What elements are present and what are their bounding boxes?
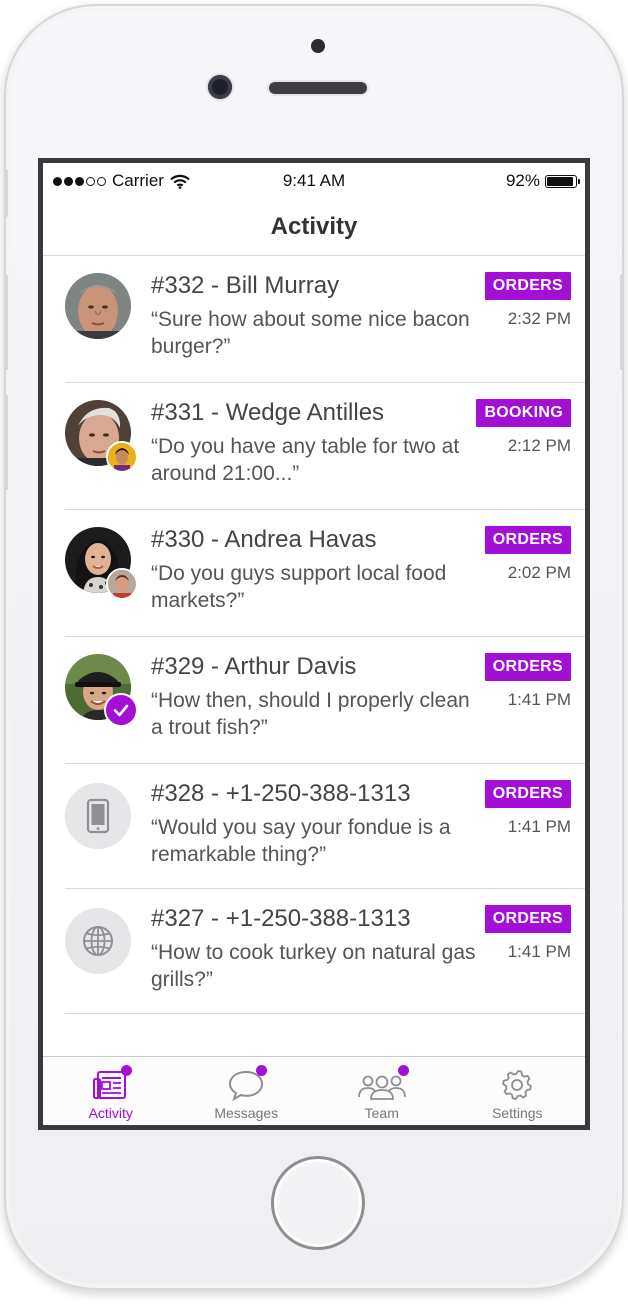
phone-icon bbox=[65, 783, 131, 849]
conversation-title: #328 - +1-250-388-1313 bbox=[151, 780, 411, 807]
page-title: Activity bbox=[270, 213, 358, 240]
conversation-preview: “How to cook turkey on natural gas grill… bbox=[151, 941, 476, 991]
agent-mini-avatar bbox=[106, 441, 138, 473]
conversation-row[interactable]: #328 - +1-250-388-1313 “Would you say yo… bbox=[43, 764, 585, 889]
category-badge: ORDERS bbox=[484, 780, 571, 808]
tab-team[interactable]: Team bbox=[314, 1057, 450, 1125]
tab-activity[interactable]: Activity bbox=[43, 1057, 179, 1125]
conversation-time: 1:41 PM bbox=[507, 817, 571, 836]
mute-switch bbox=[4, 169, 8, 217]
activity-icon bbox=[91, 1065, 132, 1103]
app-screen: Carrier 9:41 AM 92% Activity #332 - Bill… bbox=[43, 163, 585, 1125]
avatar-bill-murray bbox=[65, 273, 131, 339]
conversation-title: #327 - +1-250-388-1313 bbox=[151, 905, 411, 932]
conversation-row[interactable]: #329 - Arthur Davis “How then, should I … bbox=[43, 637, 585, 764]
messages-icon bbox=[226, 1065, 268, 1103]
conversation-row[interactable]: #332 - Bill Murray “Sure how about some … bbox=[43, 256, 585, 383]
conversation-time: 2:32 PM bbox=[507, 309, 571, 328]
battery-percent: 92% bbox=[505, 171, 540, 190]
tab-settings[interactable]: Settings bbox=[450, 1057, 586, 1125]
tab-label: Messages bbox=[214, 1105, 279, 1121]
category-badge: ORDERS bbox=[484, 526, 571, 554]
proximity-sensor bbox=[311, 39, 325, 53]
volume-down-button bbox=[4, 394, 8, 490]
tab-bar: Activity Messages Team Settings bbox=[43, 1056, 585, 1125]
power-button bbox=[620, 274, 624, 370]
tab-messages[interactable]: Messages bbox=[179, 1057, 315, 1125]
conversation-preview: “Would you say your fondue is a remarkab… bbox=[151, 816, 451, 866]
earpiece-speaker bbox=[269, 82, 367, 94]
conversation-time: 1:41 PM bbox=[507, 942, 571, 961]
conversation-preview: “Sure how about some nice bacon burger?” bbox=[151, 308, 470, 358]
category-badge: ORDERS bbox=[484, 272, 571, 300]
front-camera bbox=[208, 75, 232, 99]
team-icon bbox=[356, 1065, 409, 1103]
status-right: 92% bbox=[505, 171, 580, 191]
conversation-title: #330 - Andrea Havas bbox=[151, 526, 377, 553]
tab-label: Settings bbox=[491, 1105, 543, 1121]
status-bar: Carrier 9:41 AM 92% bbox=[43, 163, 585, 199]
verified-check-icon bbox=[104, 693, 138, 727]
conversation-preview: “Do you have any table for two at around… bbox=[151, 435, 460, 485]
category-badge: ORDERS bbox=[484, 653, 571, 681]
category-badge: BOOKING bbox=[476, 399, 571, 427]
conversation-row[interactable]: #327 - +1-250-388-1313 “How to cook turk… bbox=[43, 889, 585, 1014]
notification-dot bbox=[120, 1065, 132, 1076]
navigation-bar: Activity bbox=[43, 199, 585, 256]
status-time: 9:41 AM bbox=[282, 171, 346, 190]
conversation-preview: “Do you guys support local food markets?… bbox=[151, 562, 447, 612]
conversation-time: 2:12 PM bbox=[507, 436, 571, 455]
conversation-title: #329 - Arthur Davis bbox=[151, 653, 357, 680]
globe-icon bbox=[65, 908, 131, 974]
conversation-list: #332 - Bill Murray “Sure how about some … bbox=[43, 256, 585, 1014]
conversation-title: #332 - Bill Murray bbox=[151, 272, 340, 299]
conversation-preview: “How then, should I properly clean a tro… bbox=[151, 689, 470, 739]
conversation-time: 2:02 PM bbox=[507, 563, 571, 582]
conversation-time: 1:41 PM bbox=[507, 690, 571, 709]
settings-icon bbox=[497, 1067, 537, 1103]
agent-mini-avatar bbox=[106, 568, 138, 600]
conversation-row[interactable]: #330 - Andrea Havas “Do you guys support… bbox=[43, 510, 585, 637]
notification-dot bbox=[397, 1065, 409, 1076]
category-badge: ORDERS bbox=[484, 905, 571, 933]
screen: Carrier 9:41 AM 92% Activity #332 - Bill… bbox=[38, 158, 590, 1130]
battery-icon bbox=[545, 174, 580, 188]
conversation-title: #331 - Wedge Antilles bbox=[151, 399, 385, 426]
volume-up-button bbox=[4, 274, 8, 370]
tab-label: Activity bbox=[88, 1105, 133, 1121]
home-button[interactable] bbox=[271, 1156, 365, 1250]
tab-label: Team bbox=[364, 1105, 399, 1121]
conversation-row[interactable]: #331 - Wedge Antilles “Do you have any t… bbox=[43, 383, 585, 510]
